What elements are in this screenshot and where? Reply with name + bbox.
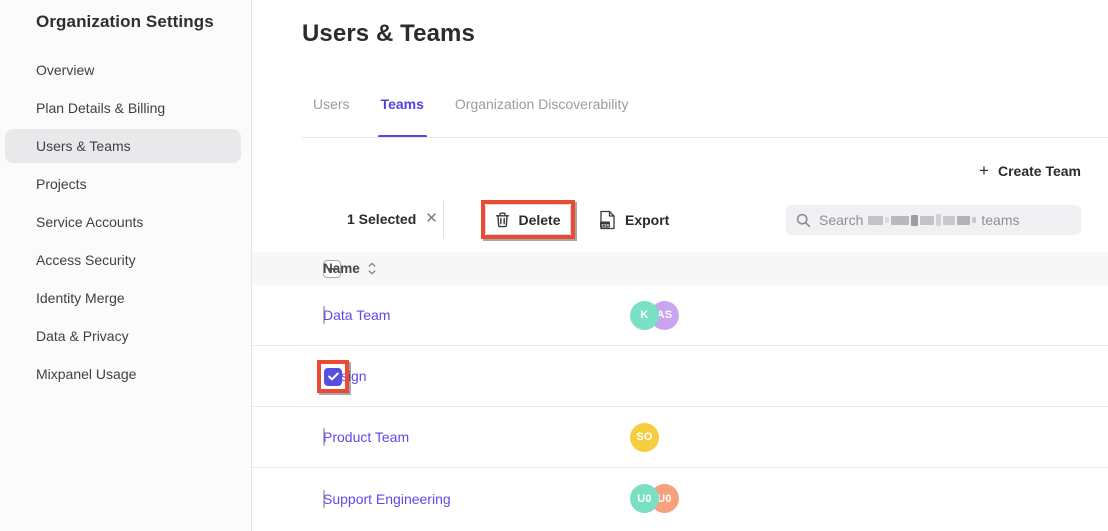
tab-organization-discoverability[interactable]: Organization Discoverability	[455, 96, 629, 127]
search-teams-input[interactable]: Search teams	[786, 205, 1081, 235]
sidebar-title: Organization Settings	[0, 0, 251, 32]
member-avatars: K AS	[630, 301, 679, 330]
table-row-product-team: Product Team SO	[252, 407, 1108, 468]
sidebar-item-overview[interactable]: Overview	[5, 53, 241, 87]
team-name-link[interactable]: Support Engineering	[323, 491, 451, 507]
tab-bar: Users Teams Organization Discoverability	[313, 96, 628, 127]
table-header-row: Name	[252, 252, 1108, 285]
toolbar-divider	[443, 201, 444, 238]
csv-file-icon: csv	[599, 210, 616, 230]
checkmark-icon	[328, 372, 339, 381]
page-title: Users & Teams	[302, 20, 475, 48]
search-placeholder: Search teams	[819, 212, 1019, 228]
create-team-label: Create Team	[998, 163, 1081, 179]
search-placeholder-prefix: Search	[819, 212, 863, 228]
selected-count-label: 1 Selected	[347, 211, 416, 227]
main-content: Users & Teams Users Teams Organization D…	[252, 0, 1108, 531]
team-name-link[interactable]: Product Team	[323, 429, 409, 445]
member-avatars: SO	[630, 423, 659, 452]
teams-toolbar: 1 Selected ✕ Delete	[252, 200, 1108, 240]
table-row-data-team: Data Team K AS	[252, 285, 1108, 346]
select-all-cell	[252, 260, 323, 278]
trash-icon	[495, 212, 510, 228]
clear-selection-icon[interactable]: ✕	[425, 212, 438, 226]
row-checkbox-cell	[252, 428, 323, 446]
tab-teams[interactable]: Teams	[381, 96, 424, 127]
settings-sidebar: Organization Settings Overview Plan Deta…	[0, 0, 252, 531]
checkbox-highlight-annotation	[317, 360, 349, 393]
member-avatars: U0 U0	[630, 484, 679, 513]
name-column-header[interactable]: Name	[323, 261, 376, 276]
organization-settings-page: Organization Settings Overview Plan Deta…	[0, 0, 1108, 531]
row-design-checkbox[interactable]	[324, 368, 342, 386]
tab-users[interactable]: Users	[313, 96, 350, 127]
redacted-text	[868, 214, 976, 226]
tabs-divider	[302, 137, 1108, 138]
sidebar-item-mixpanel-usage[interactable]: Mixpanel Usage	[5, 357, 241, 391]
teams-table: Name Data Team K AS	[252, 252, 1108, 529]
avatar: K	[630, 301, 659, 330]
name-column-label: Name	[323, 261, 360, 276]
delete-button[interactable]: Delete	[485, 204, 571, 235]
plus-icon: +	[979, 164, 989, 178]
table-row-support-engineering: Support Engineering U0 U0	[252, 468, 1108, 529]
search-placeholder-suffix: teams	[981, 212, 1019, 228]
create-team-button[interactable]: + Create Team	[979, 163, 1081, 179]
sidebar-item-data-privacy[interactable]: Data & Privacy	[5, 319, 241, 353]
table-row-design: Design	[252, 346, 1108, 407]
selection-summary: 1 Selected ✕	[347, 211, 438, 227]
sidebar-item-identity-merge[interactable]: Identity Merge	[5, 281, 241, 315]
row-checkbox-cell	[252, 490, 323, 508]
row-checkbox-cell	[252, 306, 323, 324]
sidebar-item-users-teams[interactable]: Users & Teams	[5, 129, 241, 163]
team-name-link[interactable]: Data Team	[323, 307, 390, 323]
avatar: U0	[630, 484, 659, 513]
sidebar-item-access-security[interactable]: Access Security	[5, 243, 241, 277]
sidebar-nav: Overview Plan Details & Billing Users & …	[0, 53, 251, 391]
svg-text:csv: csv	[601, 223, 610, 228]
search-icon	[796, 213, 811, 228]
delete-label: Delete	[518, 212, 560, 228]
export-label: Export	[625, 212, 669, 228]
sidebar-item-plan-details-billing[interactable]: Plan Details & Billing	[5, 91, 241, 125]
sort-icon	[368, 262, 376, 275]
sidebar-item-service-accounts[interactable]: Service Accounts	[5, 205, 241, 239]
export-button[interactable]: csv Export	[599, 205, 669, 235]
delete-button-highlight-annotation: Delete	[481, 200, 575, 239]
avatar: SO	[630, 423, 659, 452]
sidebar-item-projects[interactable]: Projects	[5, 167, 241, 201]
